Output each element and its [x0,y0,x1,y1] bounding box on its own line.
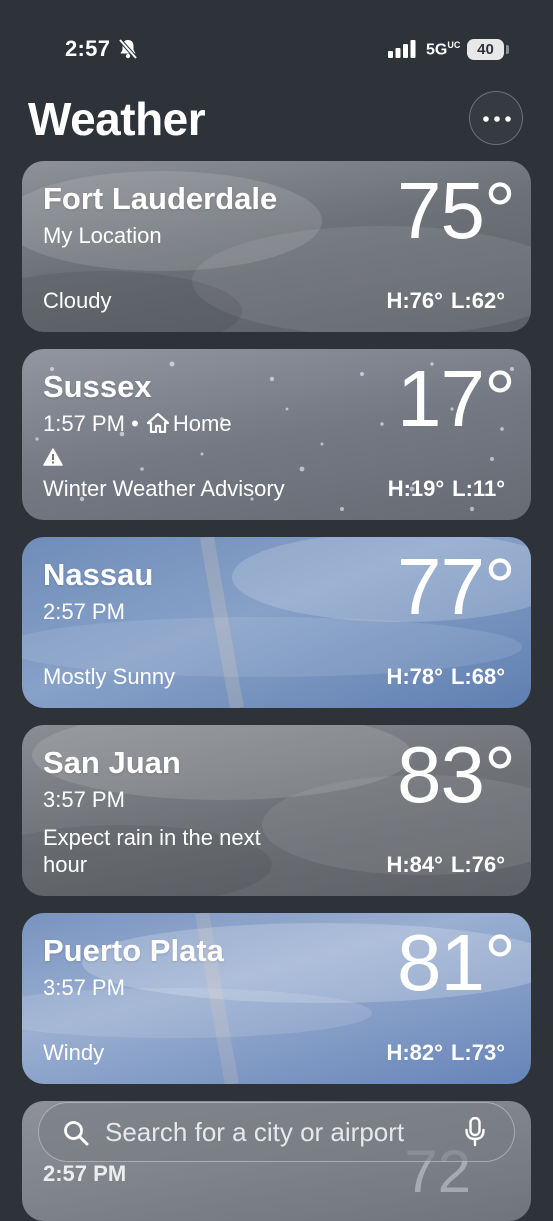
location-card-sussex[interactable]: Sussex 1:57 PM • Home 17° Winter Weather… [22,349,531,520]
location-card-puerto-plata[interactable]: Puerto Plata 3:57 PM 81° Windy H:82° L:73… [22,913,531,1084]
high-temp: H:82° [386,1040,443,1065]
network-type: 5GUC [426,40,460,59]
status-time: 2:57 [65,36,111,61]
search-input[interactable] [105,1116,445,1148]
city-name: Sussex [43,369,152,404]
local-time: 2:57 PM [43,1161,127,1186]
city-name: San Juan [43,745,181,780]
location-subtitle: My Location [43,223,162,248]
current-temperature: 17° [397,354,516,443]
current-temperature: 81° [397,918,516,1007]
page-title: Weather [28,93,206,145]
current-temperature: 75° [397,166,516,255]
low-temp: L:62° [450,288,505,313]
status-bar: 2:57 5GUC 40 [0,0,553,90]
high-temp: H:76° [386,288,443,313]
low-temp: L:76° [450,852,505,877]
location-card-fort-lauderdale[interactable]: Fort Lauderdale My Location 75° Cloudy H… [22,161,531,332]
more-options-button[interactable] [469,91,523,145]
magnifier-icon [64,1121,89,1146]
local-time: 1:57 PM [43,411,125,436]
local-time: 3:57 PM [43,975,125,1000]
house-icon [146,413,169,433]
local-time: 2:57 PM [43,599,125,624]
location-card-san-juan[interactable]: San Juan 3:57 PM 83° Expect rain in the … [22,725,531,896]
battery-nub [506,45,509,54]
network-label: 5G [426,41,448,59]
high-low-temps: H:76° L:62° [386,288,505,314]
warning-triangle-icon [43,448,63,466]
current-temperature: 77° [397,542,516,631]
local-time: 3:57 PM [43,787,125,812]
high-low-temps: H:78° L:68° [386,664,505,690]
low-temp: L:11° [452,476,505,501]
current-temperature: 83° [397,730,516,819]
weather-condition: Mostly Sunny [43,663,176,689]
location-time-home: 1:57 PM • Home [43,411,232,437]
battery-indicator: 40 [467,39,504,60]
bell-slash-icon [118,38,138,60]
separator: • [131,411,139,436]
ellipsis-icon [483,116,511,122]
weather-condition: Cloudy [43,287,112,313]
high-temp: H:84° [386,852,443,877]
microphone-icon[interactable] [465,1117,485,1147]
high-low-temps: H:19° L:11° [388,476,505,502]
location-card-nassau[interactable]: Nassau 2:57 PM 77° Mostly Sunny H:78° L:6… [22,537,531,708]
weather-condition: Expect rain in the next hour [43,824,261,877]
search-bar[interactable] [38,1102,515,1162]
city-name: Nassau [43,557,154,592]
signal-bars-icon [388,40,416,58]
high-temp: H:78° [386,664,443,689]
city-name: Fort Lauderdale [43,181,278,216]
city-name: Puerto Plata [43,933,224,968]
low-temp: L:68° [450,664,505,689]
weather-condition: Windy [43,1039,105,1065]
high-temp: H:19° [387,476,445,501]
weather-condition: Winter Weather Advisory [43,475,285,501]
high-low-temps: H:84° L:76° [386,852,505,878]
low-temp: L:73° [450,1040,505,1065]
home-label: Home [172,411,232,436]
network-suffix: UC [447,40,461,50]
high-low-temps: H:82° L:73° [386,1040,505,1066]
